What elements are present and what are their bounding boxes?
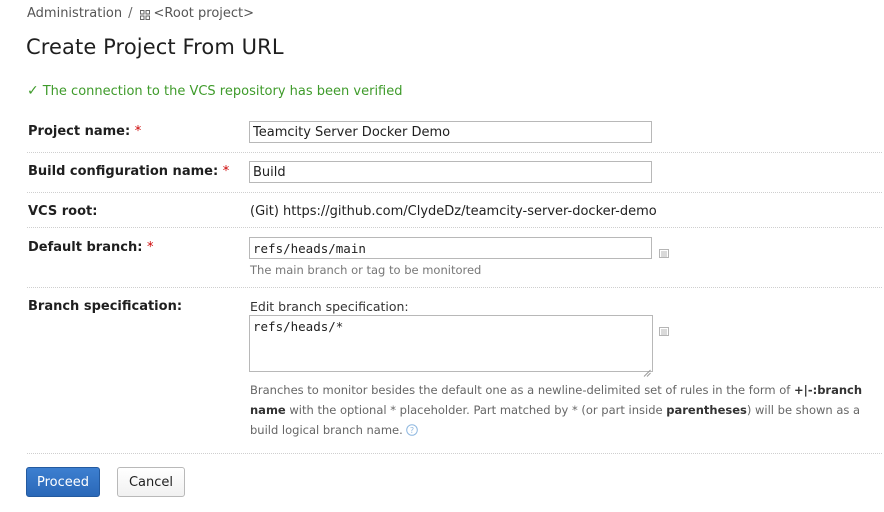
build-config-name-label: Build configuration name: * xyxy=(28,164,229,179)
default-branch-input[interactable] xyxy=(249,237,652,259)
verification-message: ✓ The connection to the VCS repository h… xyxy=(27,83,403,99)
vcs-root-label: VCS root: xyxy=(28,204,98,219)
branch-spec-help: Branches to monitor besides the default … xyxy=(250,380,878,440)
row-divider xyxy=(27,192,882,193)
breadcrumb-root-project-link[interactable]: <Root project> xyxy=(154,6,255,21)
checkmark-icon: ✓ xyxy=(27,83,39,99)
project-name-input[interactable] xyxy=(249,121,652,143)
question-circle-icon[interactable]: ? xyxy=(405,422,418,436)
resize-grip-icon[interactable] xyxy=(643,362,651,377)
cancel-button[interactable]: Cancel xyxy=(117,467,185,497)
page-title: Create Project From URL xyxy=(26,35,284,59)
default-branch-label: Default branch: * xyxy=(28,240,153,255)
breadcrumb: Administration / <Root project> xyxy=(27,6,254,21)
list-icon[interactable] xyxy=(659,243,669,258)
breadcrumb-administration-link[interactable]: Administration xyxy=(27,6,122,21)
help-parentheses: parentheses xyxy=(666,403,747,417)
edit-branch-spec-label: Edit branch specification: xyxy=(250,299,409,314)
row-divider xyxy=(27,453,882,454)
list-icon[interactable] xyxy=(659,321,669,336)
verification-text: The connection to the VCS repository has… xyxy=(42,83,403,99)
row-divider xyxy=(27,227,882,228)
grid-icon xyxy=(139,9,150,20)
row-divider xyxy=(27,287,882,288)
branch-spec-label: Branch specification: xyxy=(28,299,183,314)
required-marker: * xyxy=(134,124,142,139)
build-config-name-label-text: Build configuration name: xyxy=(28,164,219,179)
vcs-root-value: (Git) https://github.com/ClydeDz/teamcit… xyxy=(250,204,657,219)
breadcrumb-separator: / xyxy=(128,6,133,21)
svg-text:?: ? xyxy=(410,426,414,435)
build-config-name-input[interactable] xyxy=(249,161,652,183)
required-marker: * xyxy=(146,240,154,255)
default-branch-hint: The main branch or tag to be monitored xyxy=(250,263,482,277)
required-marker: * xyxy=(222,164,230,179)
help-text-part: Branches to monitor besides the default … xyxy=(250,383,794,397)
row-divider xyxy=(27,152,882,153)
project-name-label: Project name: * xyxy=(28,124,141,139)
default-branch-label-text: Default branch: xyxy=(28,240,143,255)
help-text-part: with the optional * placeholder. Part ma… xyxy=(285,403,667,417)
proceed-button[interactable]: Proceed xyxy=(26,467,100,497)
project-name-label-text: Project name: xyxy=(28,124,131,139)
branch-spec-textarea[interactable]: refs/heads/* xyxy=(249,315,653,372)
